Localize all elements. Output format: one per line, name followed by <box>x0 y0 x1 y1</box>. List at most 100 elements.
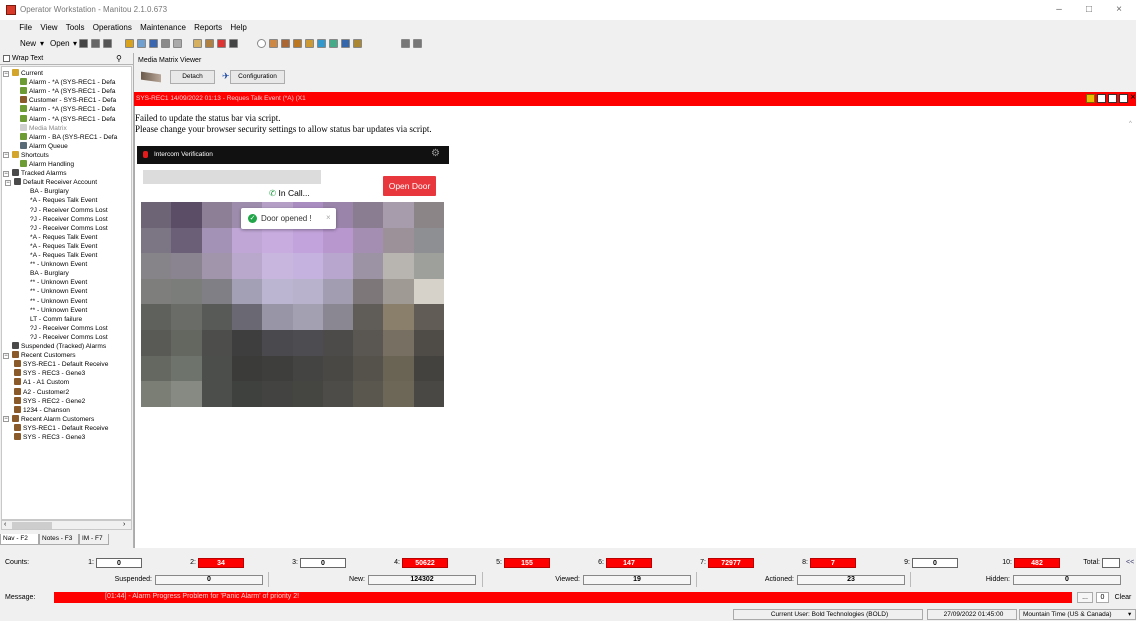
tree-item[interactable]: A2 - Customer2 <box>14 387 69 397</box>
wrap-text-checkbox[interactable] <box>3 55 10 62</box>
tree-item[interactable]: *A - Reques Talk Event <box>30 242 97 251</box>
tree-toggle-icon[interactable]: − <box>3 416 9 423</box>
tool-icon-10[interactable] <box>269 39 278 48</box>
tree-item[interactable]: ** - Unknown Event <box>30 297 87 306</box>
tool-icon-15[interactable] <box>329 39 338 48</box>
tree-horizontal-scrollbar[interactable]: ‹ › <box>1 520 132 530</box>
message-bar[interactable]: [01:44] - Alarm Progress Problem for 'Pa… <box>54 592 1072 603</box>
toast-close-icon[interactable]: × <box>326 213 331 222</box>
menu-reports[interactable]: Reports <box>191 21 225 32</box>
scroll-left-icon[interactable]: ‹ <box>4 521 6 528</box>
menu-operations[interactable]: Operations <box>90 21 135 32</box>
tree-toggle-icon[interactable]: − <box>3 70 9 77</box>
tree-item[interactable]: *A - Reques Talk Event <box>30 251 97 260</box>
tool-icon-8[interactable] <box>217 39 226 48</box>
message-more-button[interactable]: ... <box>1077 592 1093 603</box>
tree-item[interactable]: SYS-REC1 - Default Receive <box>14 423 108 433</box>
open-door-button[interactable]: Open Door <box>383 176 436 196</box>
close-alarm-icon[interactable]: × <box>1130 92 1136 103</box>
count-value[interactable]: 155 <box>504 558 550 568</box>
count-value[interactable]: 72977 <box>708 558 754 568</box>
tree-toggle-icon[interactable]: − <box>3 170 9 177</box>
tree-item[interactable]: BA - Burglary <box>30 187 69 196</box>
tree-item[interactable]: A1 - A1 Custom <box>14 378 69 387</box>
tool-icon-6[interactable] <box>193 39 202 48</box>
layout-icon[interactable] <box>79 39 88 48</box>
tree-item[interactable]: Recent Customers <box>12 351 76 360</box>
tree-item[interactable]: Alarm - *A (SYS-REC1 - Defa <box>20 105 115 114</box>
close-button[interactable]: × <box>1104 3 1134 17</box>
tool-icon-19[interactable] <box>413 39 422 48</box>
tool-icon-3[interactable] <box>149 39 158 48</box>
tab-nav[interactable]: Nav - F2 <box>0 534 39 545</box>
tree-toggle-icon[interactable]: − <box>3 152 9 159</box>
tree-item[interactable]: Recent Alarm Customers <box>12 414 94 424</box>
open-button[interactable]: Open <box>50 39 70 48</box>
tree-item[interactable]: Alarm - *A (SYS-REC1 - Defa <box>20 114 115 124</box>
menu-tools[interactable]: Tools <box>63 21 88 32</box>
tool-icon-14[interactable] <box>317 39 326 48</box>
tree-item[interactable]: SYS - REC2 - Gene2 <box>14 396 85 406</box>
print-icon[interactable] <box>91 39 100 48</box>
fullscreen-icon[interactable] <box>1097 94 1106 103</box>
pin-icon[interactable]: ⚲ <box>116 54 122 63</box>
tab-notes[interactable]: Notes - F3 <box>39 534 79 545</box>
open-dropdown-icon[interactable]: ▾ <box>73 39 77 48</box>
tree-item[interactable]: Tracked Alarms <box>12 169 67 178</box>
tool-icon-11[interactable] <box>281 39 290 48</box>
tool-icon-5[interactable] <box>173 39 182 48</box>
count-value[interactable]: 34 <box>198 558 244 568</box>
configuration-button[interactable]: Configuration <box>230 70 285 84</box>
tree-item[interactable]: Alarm - *A (SYS-REC1 - Defa <box>20 78 115 87</box>
menu-maintenance[interactable]: Maintenance <box>137 21 189 32</box>
tool-icon-2[interactable] <box>137 39 146 48</box>
tree-item[interactable]: LT - Comm failure <box>30 315 82 324</box>
tree-item[interactable]: Alarm Handling <box>20 160 74 169</box>
tool-icon-12[interactable] <box>293 39 302 48</box>
tree-item[interactable]: ?J - Receiver Comms Lost <box>30 206 108 215</box>
tree-item[interactable]: Suspended (Tracked) Alarms <box>12 342 106 351</box>
menu-view[interactable]: View <box>37 21 60 32</box>
refresh-icon[interactable] <box>1108 94 1117 103</box>
tool-icon-13[interactable] <box>305 39 314 48</box>
scroll-thumb[interactable] <box>12 522 52 529</box>
count-value[interactable]: 0 <box>912 558 958 568</box>
tool-icon-16[interactable] <box>341 39 350 48</box>
count-value[interactable]: 0 <box>300 558 346 568</box>
tree-item[interactable]: 1234 - Chanson <box>14 405 70 415</box>
tree-item[interactable]: Customer - SYS-REC1 - Defa <box>20 96 116 105</box>
tree-item[interactable]: ** - Unknown Event <box>30 306 87 315</box>
tree-item[interactable]: ?J - Receiver Comms Lost <box>30 324 108 333</box>
tree-item[interactable]: ** - Unknown Event <box>30 278 87 287</box>
settings-icon[interactable]: ⚙ <box>431 148 440 159</box>
forward-icon[interactable] <box>1086 94 1095 103</box>
tree-item[interactable]: SYS-REC1 - Default Receive <box>14 360 108 369</box>
tree-item[interactable]: ** - Unknown Event <box>30 287 87 296</box>
count-value[interactable]: 482 <box>1014 558 1060 568</box>
content-vertical-scrollbar[interactable]: ^ <box>1127 106 1136 548</box>
tree-item[interactable]: ?J - Receiver Comms Lost <box>30 224 108 233</box>
detach-button[interactable]: Detach <box>170 70 215 84</box>
video-feed[interactable] <box>141 202 444 407</box>
tree-item[interactable]: ?J - Receiver Comms Lost <box>30 333 108 342</box>
tree-item[interactable]: ** - Unknown Event <box>30 260 87 269</box>
maximize-button[interactable]: □ <box>1074 3 1104 17</box>
tree-item[interactable]: ?J - Receiver Comms Lost <box>30 215 108 224</box>
tree-item[interactable]: SYS - REC3 - Gene3 <box>14 369 85 378</box>
timezone-select[interactable]: Mountain Time (US & Canada) ▾ <box>1019 609 1136 620</box>
new-dropdown-icon[interactable]: ▾ <box>40 39 44 48</box>
tab-im[interactable]: IM - F7 <box>79 534 109 545</box>
minimize-button[interactable]: – <box>1044 3 1074 17</box>
tool-icon-1[interactable] <box>125 39 134 48</box>
restore-icon[interactable] <box>1119 94 1128 103</box>
print-preview-icon[interactable] <box>103 39 112 48</box>
new-button[interactable]: New <box>20 39 36 48</box>
tool-icon-9[interactable] <box>229 39 238 48</box>
tool-icon-7[interactable] <box>205 39 214 48</box>
tool-icon-17[interactable] <box>353 39 362 48</box>
tree-item[interactable]: Shortcuts <box>12 150 49 160</box>
tree-item[interactable]: Current <box>12 69 43 78</box>
counts-nav-button[interactable]: << <box>1126 559 1134 566</box>
scroll-up-icon[interactable]: ^ <box>1129 121 1132 127</box>
count-value[interactable]: 7 <box>810 558 856 568</box>
